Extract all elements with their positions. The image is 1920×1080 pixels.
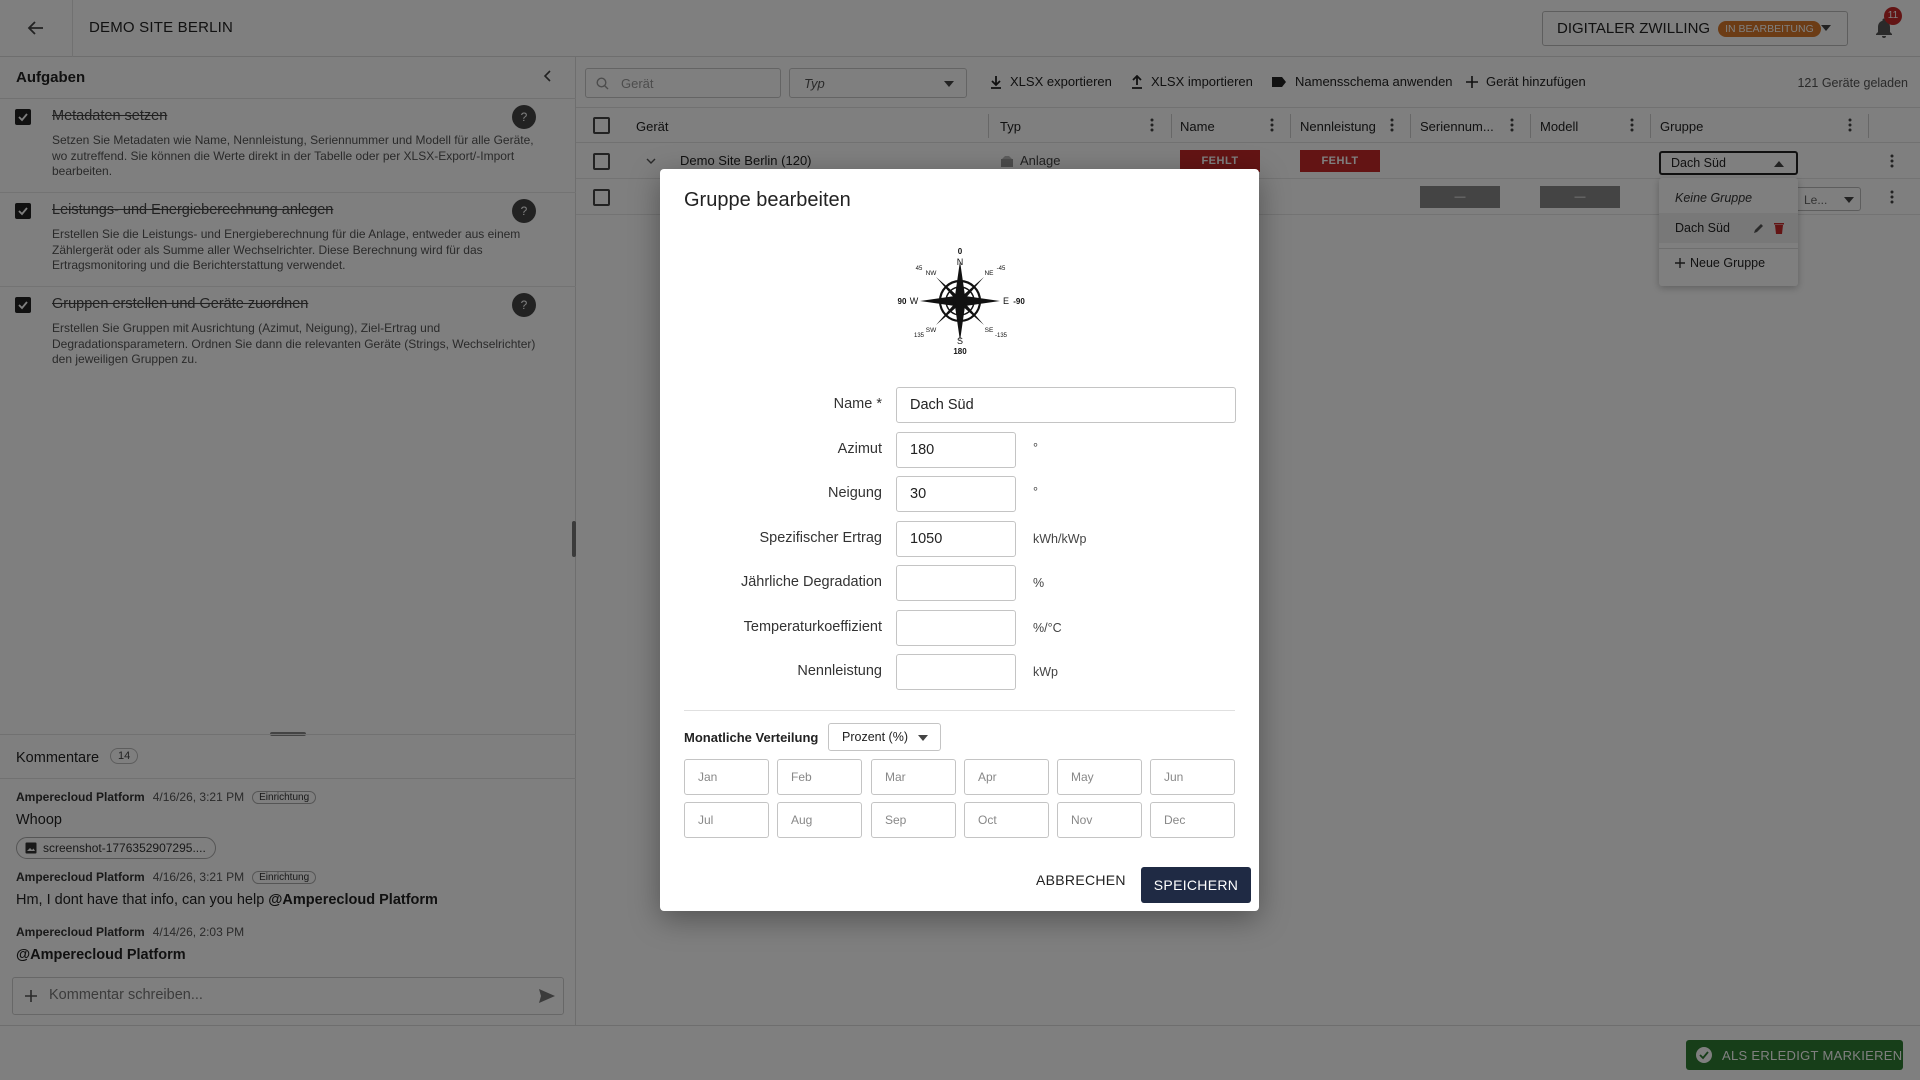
save-button[interactable]: SPEICHERN: [1141, 867, 1251, 903]
tilt-label: Neigung: [827, 485, 882, 501]
compass-deg-ne: -45: [997, 266, 1006, 272]
compass-deg-s: 180: [953, 347, 967, 356]
nominal-power-unit: kWp: [1033, 665, 1058, 679]
tilt-input[interactable]: [896, 476, 1016, 512]
compass-label-e: E: [1003, 296, 1009, 306]
month-input-may[interactable]: [1057, 759, 1142, 795]
compass-rose-icon: 0 N S 180 W 90 E -90 NW 45 NE -45 SW 135…: [898, 247, 1025, 356]
specific-yield-input[interactable]: [896, 521, 1016, 557]
monthly-mode-label: Prozent (%): [842, 730, 908, 744]
degradation-label: Jährliche Degradation: [740, 574, 882, 590]
compass-deg-nw: 45: [916, 266, 923, 272]
compass-deg-sw: 135: [914, 333, 925, 339]
month-input-jun[interactable]: [1150, 759, 1235, 795]
temp-coeff-unit: %/°C: [1033, 621, 1062, 635]
compass-label-w: W: [910, 296, 919, 306]
temp-coeff-label: Temperaturkoeffizient: [743, 619, 882, 635]
compass-label-n: N: [957, 257, 964, 267]
name-label: Name *: [833, 396, 882, 412]
month-input-sep[interactable]: [871, 802, 956, 838]
name-input[interactable]: [896, 387, 1236, 423]
edit-group-dialog: Gruppe bearbeiten 0 N S 180 W 90 E -90 N…: [660, 169, 1259, 911]
dialog-title: Gruppe bearbeiten: [684, 189, 851, 211]
nominal-power-label: Nennleistung: [797, 663, 882, 679]
month-input-apr[interactable]: [964, 759, 1049, 795]
compass-label-nw: NW: [926, 270, 938, 277]
month-input-oct[interactable]: [964, 802, 1049, 838]
month-input-aug[interactable]: [777, 802, 862, 838]
month-input-mar[interactable]: [871, 759, 956, 795]
month-input-nov[interactable]: [1057, 802, 1142, 838]
compass-label-ne: NE: [984, 270, 994, 277]
month-input-jul[interactable]: [684, 802, 769, 838]
cancel-button[interactable]: ABBRECHEN: [1036, 868, 1126, 892]
monthly-mode-select[interactable]: Prozent (%): [828, 723, 941, 751]
azimuth-unit: °: [1033, 441, 1038, 455]
compass-label-s: S: [957, 336, 963, 346]
compass-deg-n: 0: [958, 247, 963, 256]
compass-label-se: SE: [985, 327, 994, 334]
month-input-jan[interactable]: [684, 759, 769, 795]
compass-deg-se: -135: [995, 333, 1008, 339]
monthly-distribution-label: Monatliche Verteilung: [684, 730, 819, 745]
compass-deg-e: -90: [1013, 297, 1025, 306]
specific-yield-unit: kWh/kWp: [1033, 532, 1087, 546]
month-input-feb[interactable]: [777, 759, 862, 795]
compass-label-sw: SW: [926, 327, 937, 334]
degradation-unit: %: [1033, 576, 1045, 590]
temp-coeff-input[interactable]: [896, 610, 1016, 646]
compass-deg-w: 90: [898, 297, 907, 306]
azimuth-label: Azimut: [837, 441, 882, 457]
degradation-input[interactable]: [896, 565, 1016, 601]
month-input-dec[interactable]: [1150, 802, 1235, 838]
specific-yield-label: Spezifischer Ertrag: [759, 530, 883, 546]
azimuth-input[interactable]: [896, 432, 1016, 468]
dialog-divider: [684, 710, 1235, 711]
nominal-power-input[interactable]: [896, 654, 1016, 690]
tilt-unit: °: [1033, 485, 1038, 499]
chevron-down-icon: [918, 735, 928, 741]
